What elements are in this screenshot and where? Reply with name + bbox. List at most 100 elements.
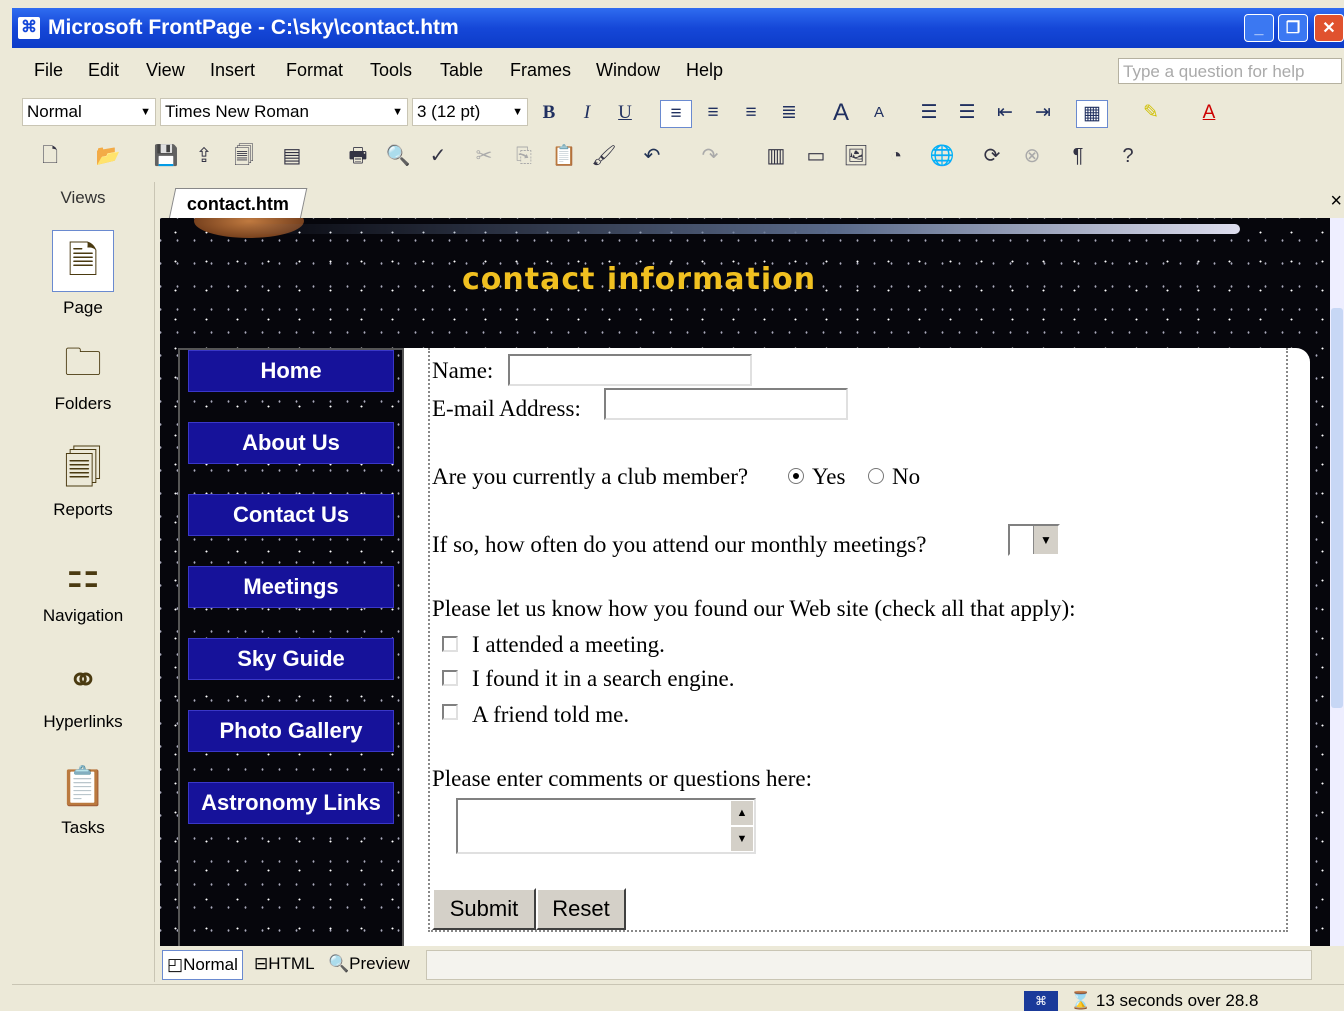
spelling-icon[interactable]: ✓ xyxy=(422,142,454,170)
nav-sky-guide[interactable]: Sky Guide xyxy=(188,638,394,680)
frontpage-app-icon[interactable]: ⌘ xyxy=(18,17,40,39)
member-no-radio[interactable] xyxy=(868,468,884,484)
borders-icon[interactable]: ▦ xyxy=(1076,100,1108,128)
view-folders[interactable]: 🗀 Folders xyxy=(12,338,154,414)
format-painter-icon[interactable]: 🖌 xyxy=(588,142,620,170)
tab-html[interactable]: ⊟HTML xyxy=(250,950,319,978)
print-icon[interactable]: 🖶 xyxy=(342,142,374,170)
font-size-select[interactable]: 3 (12 pt) ▼ xyxy=(412,98,528,126)
view-reports[interactable]: 🗐 Reports xyxy=(12,444,154,520)
numbered-list-icon[interactable]: ☰ xyxy=(914,100,944,126)
decrease-font-icon[interactable]: A xyxy=(864,100,894,126)
menu-window[interactable]: Window xyxy=(596,60,660,81)
download-time-text: 13 seconds over 28.8 xyxy=(1095,991,1259,1010)
increase-font-icon[interactable]: A xyxy=(826,100,856,126)
help-icon[interactable]: ? xyxy=(1112,142,1144,170)
style-select[interactable]: Normal ▼ xyxy=(22,98,156,126)
stop-icon[interactable]: ⊗ xyxy=(1016,142,1048,170)
menu-help[interactable]: Help xyxy=(686,60,723,81)
restore-button[interactable]: ❐ xyxy=(1278,14,1308,42)
chevron-down-icon: ▼ xyxy=(512,106,523,118)
menu-insert[interactable]: Insert xyxy=(210,60,255,81)
vertical-scrollbar[interactable] xyxy=(1330,218,1344,946)
page-heading: contact information xyxy=(462,262,817,297)
web-component-icon[interactable]: ▤ xyxy=(276,142,308,170)
font-select[interactable]: Times New Roman ▼ xyxy=(160,98,408,126)
horizontal-scrollbar[interactable] xyxy=(426,950,1312,980)
font-color-icon[interactable]: A xyxy=(1194,100,1224,126)
increase-indent-icon[interactable]: ⇥ xyxy=(1028,100,1058,126)
minimize-button[interactable]: _ xyxy=(1244,14,1274,42)
frequency-select[interactable]: ▼ xyxy=(1008,524,1060,556)
print-preview-icon[interactable]: 🔍 xyxy=(382,142,414,170)
insert-layer-icon[interactable]: ▭ xyxy=(800,142,832,170)
italic-icon[interactable]: I xyxy=(572,100,602,126)
save-icon[interactable]: 💾 xyxy=(150,142,182,170)
redo-icon[interactable]: ↷ xyxy=(694,142,726,170)
found-search-label: I found it in a search engine. xyxy=(472,666,735,691)
nav-astronomy-links[interactable]: Astronomy Links xyxy=(188,782,394,824)
view-page[interactable]: 🗎 Page xyxy=(12,230,154,318)
found-friend-checkbox[interactable] xyxy=(442,704,458,720)
nav-contact-us[interactable]: Contact Us xyxy=(188,494,394,536)
bold-icon[interactable]: B xyxy=(534,100,564,126)
menu-table[interactable]: Table xyxy=(440,60,483,81)
help-search-input[interactable]: Type a question for help xyxy=(1118,58,1342,84)
scroll-thumb[interactable] xyxy=(1331,308,1343,708)
view-hyperlinks[interactable]: ⚭ Hyperlinks xyxy=(12,656,154,732)
drawing-icon[interactable]: ◔ xyxy=(880,142,912,170)
menu-tools[interactable]: Tools xyxy=(370,60,412,81)
nav-photo-gallery[interactable]: Photo Gallery xyxy=(188,710,394,752)
publish-icon[interactable]: ⇪ xyxy=(188,142,220,170)
folder-list-icon[interactable]: 🗐 xyxy=(228,142,260,170)
style-value: Normal xyxy=(27,102,82,121)
insert-table-icon[interactable]: ▥ xyxy=(760,142,792,170)
menu-view[interactable]: View xyxy=(146,60,185,81)
scroll-up-icon[interactable]: ▲ xyxy=(730,800,754,826)
align-center-icon[interactable]: ≡ xyxy=(698,100,728,126)
submit-button[interactable]: Submit xyxy=(432,888,536,930)
email-field[interactable] xyxy=(604,388,848,420)
name-field[interactable] xyxy=(508,354,752,386)
hyperlink-icon[interactable]: 🌐 xyxy=(926,142,958,170)
reset-button[interactable]: Reset xyxy=(536,888,626,930)
menu-frames[interactable]: Frames xyxy=(510,60,571,81)
undo-icon[interactable]: ↶ xyxy=(636,142,668,170)
document-tab[interactable]: contact.htm xyxy=(168,188,308,219)
page-editor[interactable]: contact information Home About Us Contac… xyxy=(160,218,1330,946)
view-tasks[interactable]: 📋 Tasks xyxy=(12,762,154,838)
copy-icon[interactable]: ⎘ xyxy=(508,142,540,170)
show-all-icon[interactable]: ¶ xyxy=(1062,142,1094,170)
menu-edit[interactable]: Edit xyxy=(88,60,119,81)
found-search-checkbox[interactable] xyxy=(442,670,458,686)
nav-home[interactable]: Home xyxy=(188,350,394,392)
tab-preview[interactable]: 🔍Preview xyxy=(324,950,414,978)
scroll-down-icon[interactable]: ▼ xyxy=(730,826,754,852)
view-navigation[interactable]: ⚏ Navigation xyxy=(12,550,154,626)
decrease-indent-icon[interactable]: ⇤ xyxy=(990,100,1020,126)
justify-icon[interactable]: ≣ xyxy=(774,100,804,126)
found-meeting-checkbox[interactable] xyxy=(442,636,458,652)
align-right-icon[interactable]: ≡ xyxy=(736,100,766,126)
nav-meetings[interactable]: Meetings xyxy=(188,566,394,608)
refresh-icon[interactable]: ⟳ xyxy=(976,142,1008,170)
highlight-icon[interactable]: ✎ xyxy=(1136,100,1166,126)
comments-scrollbar[interactable]: ▲ ▼ xyxy=(730,800,754,852)
member-yes-radio[interactable] xyxy=(788,468,804,484)
paste-icon[interactable]: 📋 xyxy=(548,142,580,170)
bulleted-list-icon[interactable]: ☰ xyxy=(952,100,982,126)
found-question: Please let us know how you found our Web… xyxy=(432,596,1076,621)
close-document-icon[interactable]: × xyxy=(1330,190,1342,213)
menu-format[interactable]: Format xyxy=(286,60,343,81)
underline-icon[interactable]: U xyxy=(610,100,640,126)
new-page-icon[interactable]: 🗋 xyxy=(34,142,66,170)
open-icon[interactable]: 📂 xyxy=(92,142,124,170)
align-left-icon[interactable]: ≡ xyxy=(660,100,692,128)
comments-textarea[interactable]: ▲ ▼ xyxy=(456,798,756,854)
cut-icon[interactable]: ✂ xyxy=(468,142,500,170)
close-button[interactable]: ✕ xyxy=(1314,14,1344,42)
menu-file[interactable]: File xyxy=(34,60,63,81)
insert-picture-icon[interactable]: 🖼 xyxy=(840,142,872,170)
nav-about-us[interactable]: About Us xyxy=(188,422,394,464)
tab-normal[interactable]: ◰Normal xyxy=(162,950,243,980)
